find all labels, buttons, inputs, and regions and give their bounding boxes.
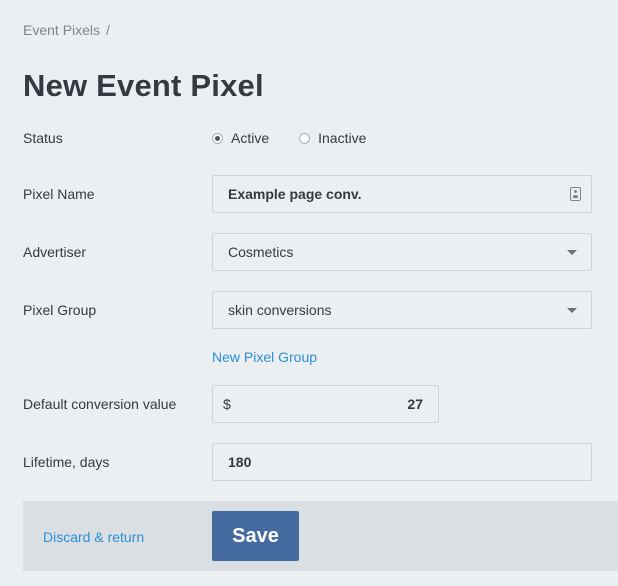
contact-card-icon[interactable] [570,187,581,201]
breadcrumb-item-event-pixels[interactable]: Event Pixels [23,22,100,38]
save-button[interactable]: Save [212,511,299,561]
form-footer: Discard & return Save [23,501,618,571]
pixel-name-label: Pixel Name [23,186,95,202]
status-option-active[interactable]: Active [212,130,269,146]
chevron-down-icon [567,249,577,255]
chevron-down-icon [567,307,577,313]
pixel-group-label: Pixel Group [23,302,97,318]
default-conversion-value-amount: 27 [407,396,423,412]
status-option-active-label: Active [231,130,270,146]
new-pixel-group-link[interactable]: New Pixel Group [212,349,317,365]
lifetime-days-input[interactable]: 180 [212,443,592,481]
status-label: Status [23,130,63,146]
breadcrumb: Event Pixels / [23,22,110,38]
discard-return-link[interactable]: Discard & return [43,529,144,545]
advertiser-value: Cosmetics [228,244,294,260]
lifetime-days-label: Lifetime, days [23,454,110,470]
advertiser-select[interactable]: Cosmetics [212,233,592,271]
default-conversion-value-label: Default conversion value [23,396,177,412]
default-conversion-value-input[interactable]: $ 27 [212,385,439,423]
pixel-name-value: Example page conv. [228,186,362,202]
lifetime-days-value: 180 [228,454,252,470]
pixel-group-select[interactable]: skin conversions [212,291,592,329]
currency-symbol: $ [223,396,231,412]
pixel-group-value: skin conversions [228,302,332,318]
breadcrumb-separator: / [106,22,110,38]
radio-inactive[interactable] [299,132,311,144]
status-option-inactive[interactable]: Inactive [299,130,366,146]
page-title: New Event Pixel [23,68,264,103]
advertiser-label: Advertiser [23,244,87,260]
pixel-name-input[interactable]: Example page conv. [212,175,592,213]
status-radio-group: Active Inactive [212,130,366,146]
radio-active[interactable] [212,132,223,144]
status-option-inactive-label: Inactive [318,130,367,146]
